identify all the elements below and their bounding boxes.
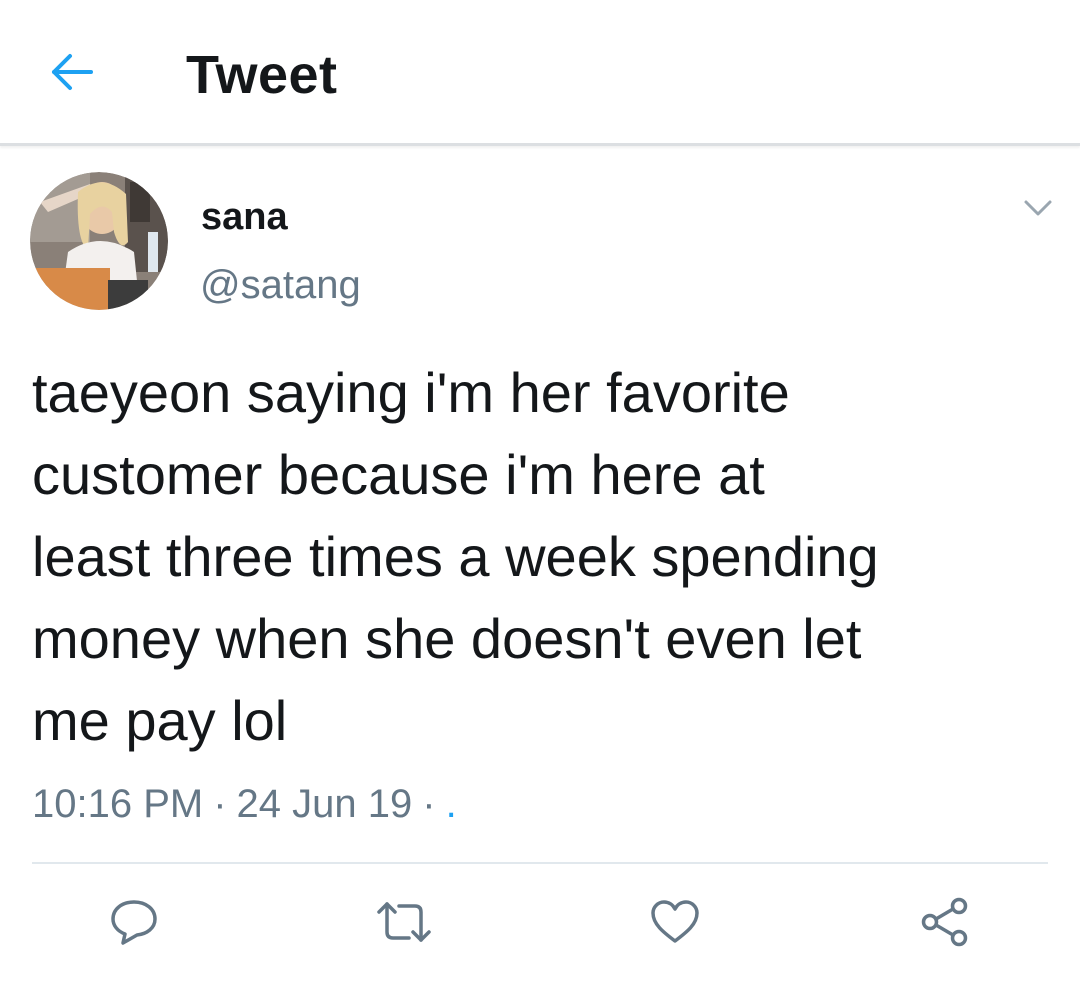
tweet-date: 24 Jun 19: [236, 782, 413, 826]
reply-button[interactable]: [104, 892, 164, 952]
author-handle[interactable]: @satang: [200, 262, 361, 308]
tweet-time: 10:16 PM: [32, 782, 204, 826]
avatar[interactable]: [30, 172, 168, 310]
heart-icon: [649, 899, 701, 945]
tweet-source-link[interactable]: .: [446, 782, 457, 826]
tweet-text: taeyeon saying i'm her favorite customer…: [32, 361, 879, 752]
retweet-button[interactable]: [374, 892, 434, 952]
retweet-icon: [373, 900, 435, 944]
arrow-left-icon: [49, 52, 95, 97]
like-button[interactable]: [645, 892, 705, 952]
divider: [32, 862, 1048, 864]
back-button[interactable]: [46, 48, 98, 100]
reply-icon: [109, 898, 159, 946]
app-header: Tweet: [0, 0, 1080, 146]
chevron-down-icon: [1023, 199, 1053, 222]
meta-separator: ·: [213, 782, 227, 826]
author-display-name[interactable]: sana: [201, 195, 288, 239]
tweet-timestamp: 10:16 PM · 24 Jun 19 ·.: [32, 780, 457, 828]
meta-separator: ·: [422, 782, 436, 826]
tweet-options-button[interactable]: [1016, 192, 1060, 228]
share-icon: [919, 897, 971, 947]
share-button[interactable]: [915, 892, 975, 952]
page-title: Tweet: [186, 45, 338, 105]
